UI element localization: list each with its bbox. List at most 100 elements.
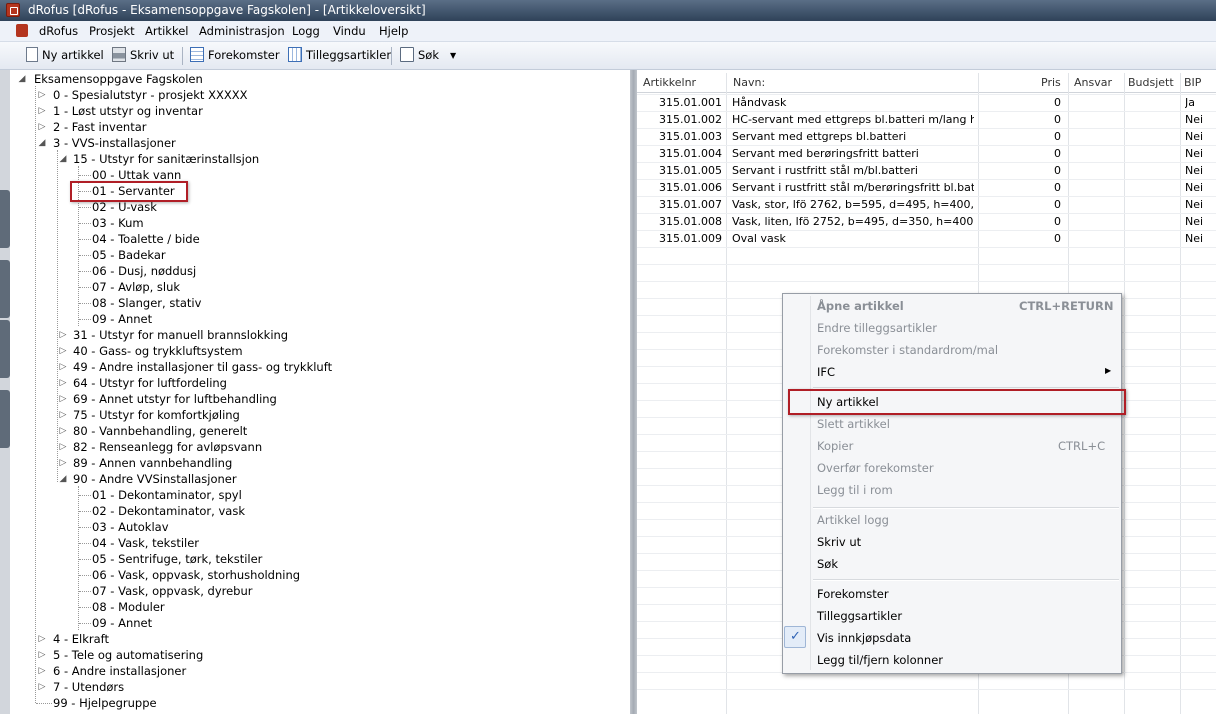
cell-artikkelnr[interactable]: 315.01.003 [659,128,723,145]
cell-navn[interactable]: Vask, liten, lfö 2752, b=495, d=350, h=4… [732,213,974,230]
menu-vindu[interactable]: Vindu [333,24,366,38]
collapsed-triangle-icon[interactable]: ▷ [37,103,47,119]
dock-tab[interactable] [0,320,10,378]
menu-item-show-purchase-data[interactable]: Vis innkjøpsdata [817,631,911,645]
menu-prosjekt[interactable]: Prosjekt [89,24,135,38]
cell-artikkelnr[interactable]: 315.01.004 [659,145,723,162]
collapsed-triangle-icon[interactable]: ▷ [58,423,68,439]
menu-drofus[interactable]: dRofus [39,24,78,38]
expanded-triangle-icon[interactable]: ◢ [37,135,47,151]
menu-item-copy[interactable]: Kopier [817,439,853,453]
collapsed-triangle-icon[interactable]: ▷ [58,343,68,359]
collapsed-triangle-icon[interactable]: ▷ [37,663,47,679]
collapsed-triangle-icon[interactable]: ▷ [58,391,68,407]
column-header-budsjett[interactable]: Budsjett [1128,73,1174,92]
print-button[interactable]: Skriv ut [112,47,174,65]
cell-bip[interactable]: Nei [1185,213,1215,230]
cell-navn[interactable]: Servant i rustfritt stål m/berøringsfrit… [732,179,974,196]
cell-pris[interactable]: 0 [978,230,1061,247]
cell-bip[interactable]: Nei [1185,162,1215,179]
menu-item-article-log[interactable]: Artikkel logg [817,513,889,527]
cell-navn[interactable]: Servant med berøringsfritt batteri [732,145,974,162]
expanded-triangle-icon[interactable]: ◢ [58,151,68,167]
menu-item-ifc[interactable]: IFC [817,365,835,379]
menu-item-print[interactable]: Skriv ut [817,535,861,549]
menu-item-occurrences-standard-room[interactable]: Forekomster i standardrom/mal [817,343,998,357]
cell-navn[interactable]: Servant med ettgreps bl.batteri [732,128,974,145]
cell-pris[interactable]: 0 [978,94,1061,111]
cell-navn[interactable]: Vask, stor, lfö 2762, b=595, d=495, h=40… [732,196,974,213]
cell-pris[interactable]: 0 [978,213,1061,230]
document-icon[interactable] [16,24,28,37]
dock-tab[interactable] [0,190,10,248]
cell-pris[interactable]: 0 [978,111,1061,128]
occurrences-button[interactable]: Forekomster [190,47,280,65]
new-article-button[interactable]: Ny artikkel [26,47,104,65]
column-header-pris[interactable]: Pris [1041,73,1061,92]
cell-bip[interactable]: Ja [1185,94,1215,111]
menu-item-add-to-room[interactable]: Legg til i rom [817,483,893,497]
menu-logg[interactable]: Logg [292,24,320,38]
cell-artikkelnr[interactable]: 315.01.005 [659,162,723,179]
cell-bip[interactable]: Nei [1185,196,1215,213]
menu-item-occurrences[interactable]: Forekomster [817,587,889,601]
menu-item-open-article[interactable]: Åpne artikkel [817,299,904,313]
cell-pris[interactable]: 0 [978,162,1061,179]
cell-navn[interactable]: HC-servant med ettgreps bl.batteri m/lan… [732,111,974,128]
collapsed-triangle-icon[interactable]: ▷ [37,679,47,695]
column-header-bip[interactable]: BIP [1184,73,1201,92]
collapsed-triangle-icon[interactable]: ▷ [58,455,68,471]
column-header-artikkelnr[interactable]: Artikkelnr [643,73,696,92]
collapsed-triangle-icon[interactable]: ▷ [37,631,47,647]
panel-splitter[interactable] [630,70,637,714]
extra-articles-button[interactable]: Tilleggsartikler [288,47,391,65]
collapsed-triangle-icon[interactable]: ▷ [58,359,68,375]
cell-artikkelnr[interactable]: 315.01.001 [659,94,723,111]
cell-bip[interactable]: Nei [1185,111,1215,128]
collapsed-triangle-icon[interactable]: ▷ [58,327,68,343]
menu-item-edit-extra-articles[interactable]: Endre tilleggsartikler [817,321,937,335]
expanded-triangle-icon[interactable]: ◢ [58,471,68,487]
cell-navn[interactable]: Håndvask [732,94,974,111]
cell-bip[interactable]: Nei [1185,179,1215,196]
cell-artikkelnr[interactable]: 315.01.008 [659,213,723,230]
cell-artikkelnr[interactable]: 315.01.009 [659,230,723,247]
cell-pris[interactable]: 0 [978,145,1061,162]
cell-navn[interactable]: Servant i rustfritt stål m/bl.batteri [732,162,974,179]
menu-artikkel[interactable]: Artikkel [145,24,188,38]
search-dropdown-icon[interactable]: ▼ [450,51,456,69]
dock-tab[interactable] [0,260,10,318]
collapsed-triangle-icon[interactable]: ▷ [37,119,47,135]
collapsed-triangle-icon[interactable]: ▷ [58,407,68,423]
cell-navn[interactable]: Oval vask [732,230,974,247]
cell-pris[interactable]: 0 [978,128,1061,145]
cell-bip[interactable]: Nei [1185,145,1215,162]
cell-artikkelnr[interactable]: 315.01.007 [659,196,723,213]
collapsed-triangle-icon[interactable]: ▷ [37,647,47,663]
menu-item-search[interactable]: Søk [817,557,838,571]
column-header-ansvar[interactable]: Ansvar [1074,73,1112,92]
menu-item-transfer-occurrences[interactable]: Overfør forekomster [817,461,934,475]
menu-hjelp[interactable]: Hjelp [379,24,408,38]
tree-guide [79,559,91,560]
menu-administrasjon[interactable]: Administrasjon [199,24,285,38]
collapsed-triangle-icon[interactable]: ▷ [58,375,68,391]
cell-bip[interactable]: Nei [1185,230,1215,247]
column-divider[interactable] [1180,73,1181,714]
cell-artikkelnr[interactable]: 315.01.002 [659,111,723,128]
collapsed-triangle-icon[interactable]: ▷ [58,439,68,455]
cell-pris[interactable]: 0 [978,179,1061,196]
column-divider[interactable] [726,73,727,714]
app-icon[interactable] [6,3,20,17]
collapsed-triangle-icon[interactable]: ▷ [37,87,47,103]
cell-pris[interactable]: 0 [978,196,1061,213]
expanded-triangle-icon[interactable]: ◢ [17,71,27,87]
cell-artikkelnr[interactable]: 315.01.006 [659,179,723,196]
column-header-navn[interactable]: Navn: [733,73,765,92]
menu-item-extra-articles[interactable]: Tilleggsartikler [817,609,902,623]
search-button[interactable]: Søk [400,47,439,65]
cell-bip[interactable]: Nei [1185,128,1215,145]
dock-tab[interactable] [0,390,10,448]
menu-item-delete-article[interactable]: Slett artikkel [817,417,890,431]
menu-item-add-remove-columns[interactable]: Legg til/fjern kolonner [817,653,943,667]
